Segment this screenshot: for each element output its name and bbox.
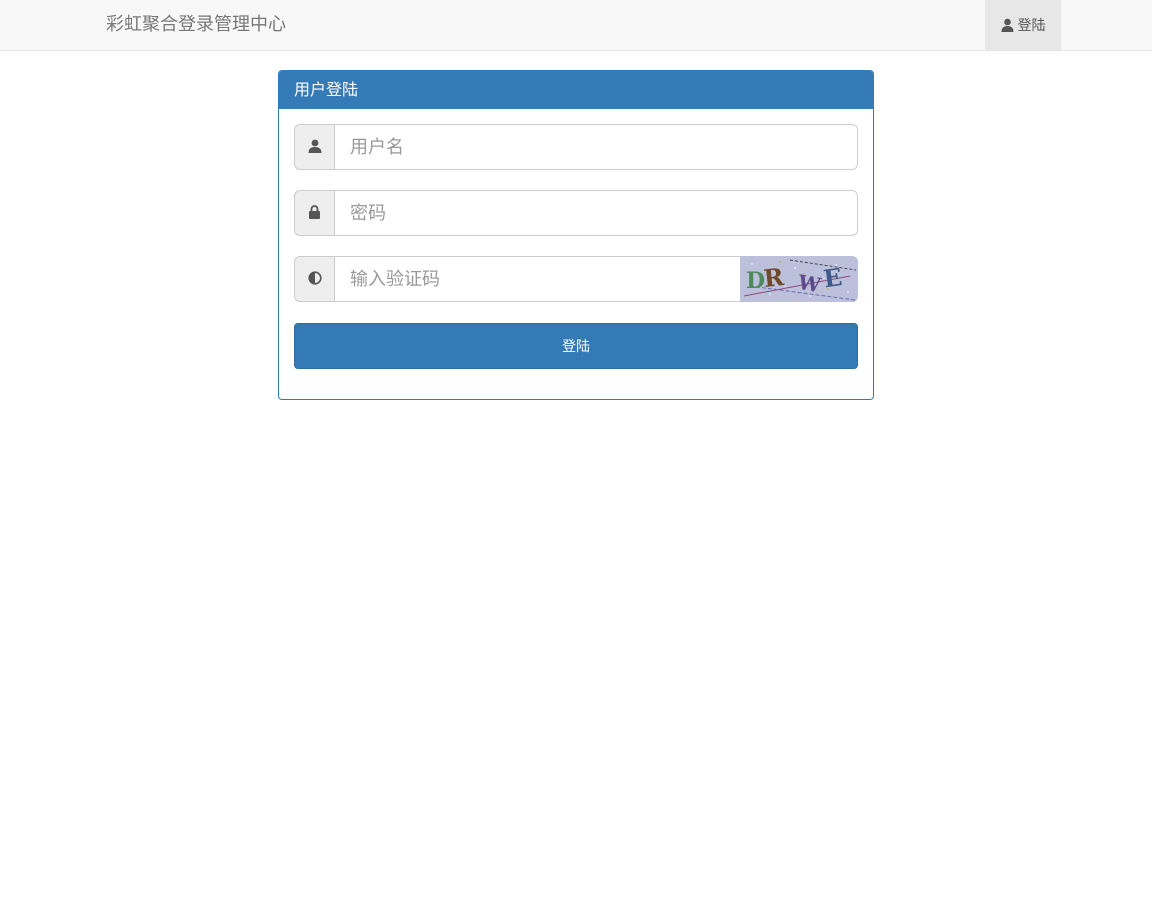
adjust-icon (307, 270, 322, 289)
username-input[interactable] (334, 124, 858, 170)
login-panel: 用户登陆 用户名 输入验证码 D R W E 登陆 (278, 70, 874, 400)
captcha-input[interactable] (334, 256, 740, 302)
lock-icon (308, 204, 321, 223)
nav-login-link[interactable]: 登陆 (985, 0, 1061, 50)
top-navbar: 彩虹聚合登录管理中心 登陆 (0, 0, 1152, 51)
site-brand[interactable]: 彩虹聚合登录管理中心 (106, 13, 286, 37)
captcha-image[interactable]: D R W E (740, 256, 858, 302)
user-icon (308, 138, 322, 157)
password-group (294, 190, 858, 236)
username-addon (294, 124, 334, 170)
panel-title: 用户登陆 (279, 71, 873, 109)
captcha-addon (294, 256, 334, 302)
login-submit-button[interactable]: 登陆 (294, 323, 858, 369)
password-addon (294, 190, 334, 236)
nav-login-label: 登陆 (1017, 18, 1046, 34)
password-input[interactable] (334, 190, 858, 236)
captcha-char: W (795, 270, 823, 298)
captcha-group: D R W E (294, 256, 858, 302)
user-icon (1001, 18, 1014, 32)
username-group (294, 124, 858, 170)
